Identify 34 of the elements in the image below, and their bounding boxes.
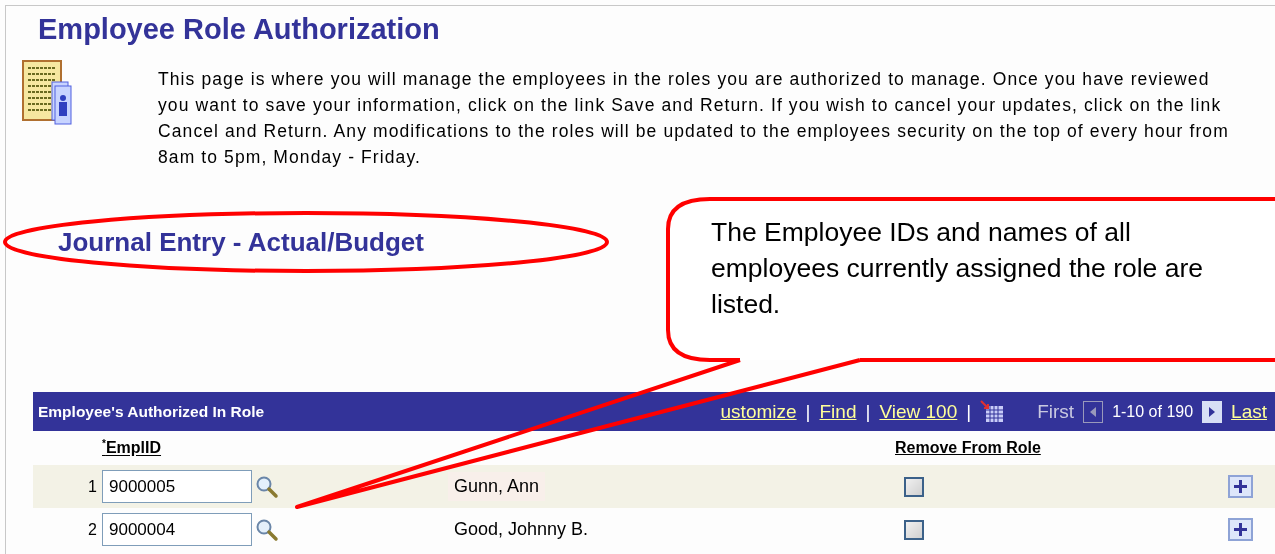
- plus-icon: [1233, 479, 1248, 494]
- column-header[interactable]: Remove From Role: [895, 439, 1228, 457]
- employee-name: Gunn, Ann: [448, 472, 546, 501]
- emplid-field[interactable]: 9000005: [102, 470, 252, 503]
- next-button[interactable]: [1202, 400, 1223, 423]
- grid-link[interactable]: Find: [819, 400, 857, 423]
- grid-link[interactable]: View 100: [879, 400, 958, 423]
- page-range: 1-10 of 190: [1112, 402, 1194, 421]
- intro-paragraph: This page is where you will manage the employees in the roles you are authorized to manage. Once you have reviewed you want to save your information, click on the link Save and Return. If you wish to cancel your updates, click on the link Cancel and Return. Any modifications to the roles will be updated to the employees security on the top of every hour from 8am to 5pm, Monday - Friday.: [158, 68, 1230, 169]
- search-icon[interactable]: [255, 474, 279, 499]
- separator: |: [805, 400, 811, 423]
- add-row-button[interactable]: [1228, 475, 1253, 498]
- grid-title: Employee's Authorized In Role: [38, 402, 265, 421]
- grid-link[interactable]: ustomize: [720, 400, 797, 423]
- first-label: First: [1037, 400, 1075, 423]
- add-row-button[interactable]: [1228, 518, 1253, 541]
- page-title: Employee Role Authorization: [38, 12, 441, 46]
- remove-checkbox[interactable]: [904, 519, 924, 540]
- plus-icon: [1233, 522, 1248, 537]
- last-link[interactable]: Last: [1231, 400, 1267, 423]
- employee-name: Good, Johnny B.: [453, 518, 590, 541]
- grid-download-icon[interactable]: [980, 399, 1005, 424]
- callout-text: The Employee IDs and names of all employees currently assigned the role are listed.: [711, 216, 1204, 321]
- remove-checkbox[interactable]: [904, 476, 924, 497]
- separator: |: [966, 400, 972, 423]
- row-number: 2: [87, 520, 98, 539]
- row-number: 1: [87, 477, 98, 496]
- role-title: Journal Entry - Actual/Budget: [58, 226, 424, 258]
- search-icon[interactable]: [255, 517, 279, 542]
- separator: |: [865, 400, 871, 423]
- left-triangle-icon: [1088, 405, 1099, 418]
- column-header[interactable]: $^{*}$EmplID: [102, 438, 252, 458]
- document-icon: [22, 60, 72, 126]
- emplid-field[interactable]: 9000004: [102, 513, 252, 546]
